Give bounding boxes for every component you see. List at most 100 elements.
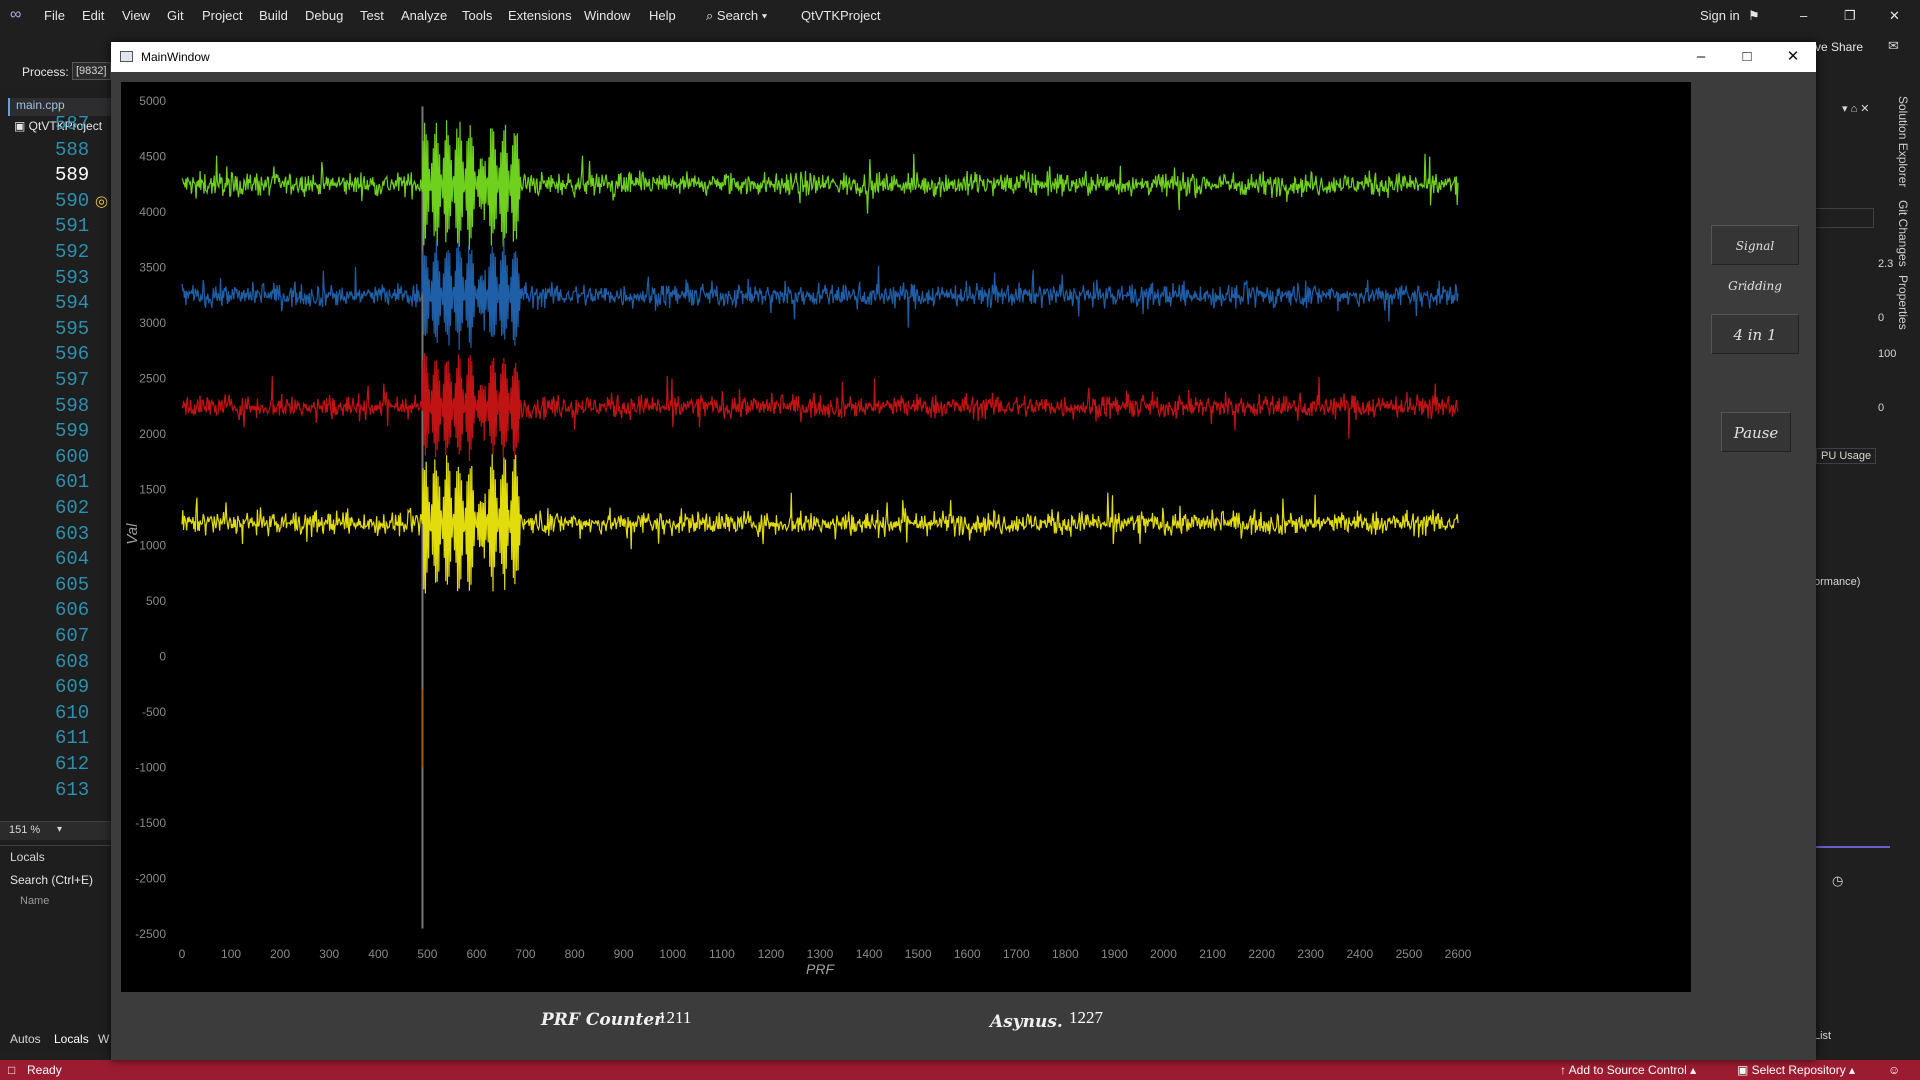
signal-chart: 5000450040003500300025002000150010005000… (124, 94, 1472, 977)
x-axis-label: PRF (806, 961, 835, 977)
y-tick-label: 4500 (139, 150, 166, 164)
line-number: 589 (55, 164, 90, 187)
lightbulb-icon[interactable]: ◎ (95, 192, 108, 210)
minimize-ide-button[interactable]: – (1800, 8, 1807, 23)
locals-search-input[interactable]: Search (Ctrl+E) (10, 873, 93, 887)
diag-value-min: 0 (1878, 312, 1885, 324)
x-tick-label: 1100 (709, 947, 735, 961)
locals-name-column: Name (20, 895, 50, 907)
line-number: 601 (55, 471, 90, 494)
sign-in-link[interactable]: Sign in (1700, 8, 1740, 23)
main-window: MainWindow – □ ✕ 5000 4500 4000 3500 3000 250… (111, 42, 1816, 1060)
menu-project[interactable]: Project (202, 8, 242, 23)
live-share-button[interactable]: ve Share (1815, 40, 1863, 54)
x-tick-label: 900 (614, 947, 634, 961)
menu-test[interactable]: Test (360, 8, 384, 23)
project-icon: ▣ (14, 119, 29, 133)
process-selector[interactable]: [9832] (72, 62, 111, 80)
notifications-icon[interactable]: ☺ (1888, 1063, 1900, 1077)
four-in-one-button[interactable]: 4 in 1 (1711, 314, 1799, 354)
zoom-level[interactable]: 151 % (9, 824, 40, 836)
line-number: 607 (55, 625, 90, 647)
signal-gridding-button[interactable]: Signal Gridding (1711, 225, 1799, 293)
line-number: 604 (55, 548, 90, 571)
source-control-label: Add to Source Control (1568, 1063, 1687, 1077)
menu-extensions[interactable]: Extensions (508, 8, 572, 23)
search-icon: ⌕ (706, 8, 717, 23)
line-number: 591 (55, 215, 90, 238)
x-tick-label: 100 (221, 947, 241, 961)
menu-tools[interactable]: Tools (462, 8, 492, 23)
code-editor: main.cpp ▣ QtVTKProject 587 588 589 590 591 5… (0, 86, 112, 846)
x-tick-label: 1500 (905, 947, 932, 961)
x-tick-label: 1000 (659, 947, 686, 961)
menu-edit[interactable]: Edit (82, 8, 104, 23)
close-ide-button[interactable]: ✕ (1889, 8, 1900, 24)
select-repository[interactable]: ▣ Select Repository ▴ (1737, 1063, 1855, 1077)
x-tick-label: 1300 (807, 947, 834, 961)
menu-analyze[interactable]: Analyze (401, 8, 447, 23)
pin-icon[interactable]: ▾ ⌂ ✕ (1842, 102, 1870, 115)
prf-counter-value: 1211 (658, 1008, 692, 1027)
status-ready: Ready (27, 1063, 62, 1077)
line-number: 610 (55, 701, 90, 724)
search-box[interactable]: ⌕ Search ▾ (706, 8, 767, 24)
line-number: 593 (55, 266, 90, 289)
x-tick-label: 200 (270, 947, 290, 961)
menu-debug[interactable]: Debug (305, 8, 343, 23)
menu-build[interactable]: Build (259, 8, 288, 23)
y-tick-label: -1500 (135, 816, 166, 830)
performance-item[interactable]: ormance) (1814, 576, 1860, 588)
menu-bar: ∞ File Edit View Git Project Build Debug… (0, 0, 1920, 30)
menu-git[interactable]: Git (167, 8, 184, 23)
cpu-value-max: 100 (1878, 348, 1897, 360)
line-number: 605 (55, 573, 90, 596)
x-tick-label: 300 (319, 947, 339, 961)
y-tick-label: -2000 (135, 871, 166, 885)
x-tick-label: 2400 (1346, 947, 1373, 961)
maximize-button[interactable]: □ (1724, 42, 1770, 72)
x-tick-label: 2100 (1199, 947, 1226, 961)
menu-window[interactable]: Window (584, 8, 630, 23)
plot-area[interactable]: 5000 4500 4000 3500 3000 2500 2000 1500 1000 500 0… (121, 82, 1691, 992)
window-title: MainWindow (141, 50, 210, 64)
properties-tab[interactable]: Properties (1896, 275, 1910, 330)
line-number: 613 (55, 778, 90, 801)
x-tick-label: 400 (368, 947, 388, 961)
repo-icon: ▣ (1737, 1063, 1752, 1077)
line-number: 598 (55, 394, 90, 417)
clock-icon[interactable]: ◷ (1832, 873, 1843, 889)
x-tick-label: 500 (417, 947, 437, 961)
account-icon[interactable]: ⚑ (1748, 8, 1760, 24)
menu-view[interactable]: View (122, 8, 150, 23)
tab-autos[interactable]: Autos (10, 1032, 41, 1046)
restore-ide-button[interactable]: ❐ (1844, 8, 1856, 24)
diag-value-max: 2.3 (1878, 258, 1894, 270)
x-tick-label: 600 (466, 947, 486, 961)
add-to-source-control[interactable]: ↑ Add to Source Control ▴ (1560, 1063, 1696, 1077)
panel-accent-line (1810, 846, 1890, 848)
x-tick-label: 1600 (954, 947, 981, 961)
chevron-down-icon[interactable]: ▾ (57, 824, 62, 835)
locals-panel: Locals Search (Ctrl+E) Name Autos Locals… (0, 845, 112, 1051)
line-number: 600 (55, 445, 90, 468)
cpu-usage-tab[interactable]: PU Usage (1816, 448, 1877, 464)
close-button[interactable]: ✕ (1770, 42, 1816, 72)
line-number: 612 (55, 753, 90, 775)
line-number: 611 (55, 727, 90, 750)
feedback-icon[interactable]: ✉ (1888, 38, 1899, 54)
solution-explorer-tab[interactable]: Solution Explorer (1896, 96, 1910, 187)
tab-watch[interactable]: W (98, 1032, 109, 1046)
pause-button[interactable]: Pause (1721, 412, 1791, 452)
zoom-bar: 151 % ▾ (0, 821, 112, 840)
menu-help[interactable]: Help (649, 8, 676, 23)
list-tab[interactable]: List (1814, 1030, 1831, 1042)
tab-locals[interactable]: Locals (54, 1032, 89, 1046)
git-changes-tab[interactable]: Git Changes (1896, 200, 1910, 267)
menu-file[interactable]: File (44, 8, 65, 23)
asynus-label: Asynus. (990, 1012, 1063, 1032)
y-tick-label: 3000 (139, 316, 166, 330)
x-tick-label: 2000 (1150, 947, 1177, 961)
minimize-button[interactable]: – (1678, 42, 1724, 72)
locals-title: Locals (10, 850, 45, 864)
